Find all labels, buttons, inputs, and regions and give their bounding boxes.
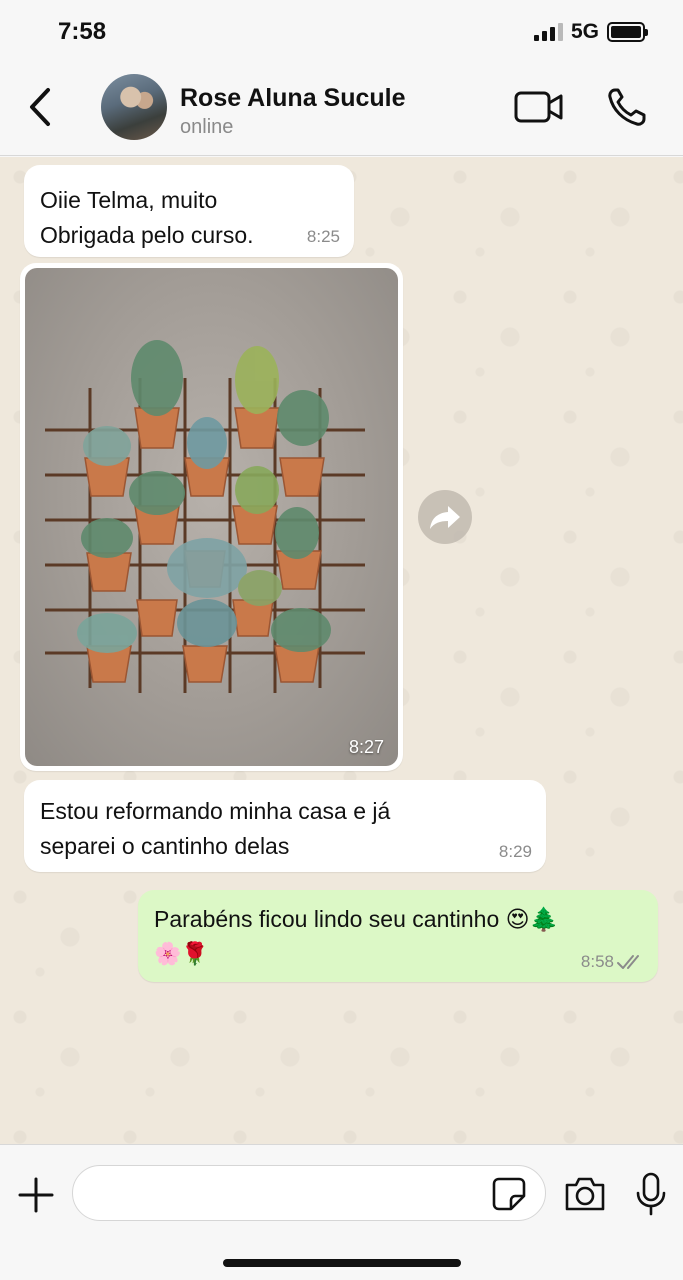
composer-bar bbox=[0, 1144, 683, 1280]
message-bubble-incoming[interactable]: Estou reformando minha casa e já separei… bbox=[24, 780, 546, 872]
image-message-bubble[interactable]: 8:27 bbox=[20, 263, 403, 771]
microphone-icon bbox=[636, 1172, 666, 1216]
battery-icon bbox=[607, 22, 648, 42]
message-time: 8:27 bbox=[348, 737, 384, 757]
photo-illustration bbox=[45, 340, 365, 693]
message-input[interactable] bbox=[72, 1165, 546, 1221]
read-receipt-icon bbox=[617, 955, 639, 969]
network-type: 5G bbox=[570, 20, 599, 43]
signal-icon bbox=[533, 23, 563, 41]
chat-header: Rose Aluna Sucule online bbox=[0, 64, 683, 156]
avatar[interactable] bbox=[101, 74, 167, 140]
message-bubble-outgoing[interactable]: Parabéns ficou lindo seu cantinho 😍🌲 🌸🌹 … bbox=[138, 890, 658, 982]
message-bubble-incoming[interactable]: Oiie Telma, muito Obrigada pelo curso. 8… bbox=[24, 165, 354, 257]
chat-area[interactable]: Oiie Telma, muito Obrigada pelo curso. 8… bbox=[0, 157, 683, 1144]
plant-wall-photo[interactable]: 8:27 bbox=[25, 268, 398, 766]
status-indicators: 5G bbox=[533, 20, 648, 44]
message-text: Estou reformando minha casa e já separei… bbox=[40, 798, 391, 859]
sticker-button[interactable] bbox=[491, 1176, 527, 1212]
video-call-button[interactable] bbox=[514, 88, 564, 126]
forward-arrow-icon bbox=[430, 506, 460, 529]
attach-button[interactable] bbox=[16, 1175, 56, 1215]
message-text: Parabéns ficou lindo seu cantinho 😍🌲 🌸🌹 bbox=[154, 906, 559, 967]
back-button[interactable] bbox=[22, 84, 62, 130]
contact-status: online bbox=[180, 116, 234, 138]
status-time: 7:58 bbox=[58, 18, 107, 45]
message-text: Oiie Telma, muito Obrigada pelo curso. bbox=[40, 187, 254, 248]
voice-call-button[interactable] bbox=[606, 86, 648, 128]
chevron-left-icon bbox=[30, 88, 50, 126]
camera-button[interactable] bbox=[563, 1175, 607, 1213]
phone-icon bbox=[608, 88, 646, 126]
contact-name[interactable]: Rose Aluna Sucule bbox=[180, 84, 406, 113]
message-time: 8:25 bbox=[306, 227, 340, 246]
microphone-button[interactable] bbox=[634, 1171, 668, 1217]
plus-icon bbox=[18, 1177, 54, 1213]
sticker-icon bbox=[492, 1177, 526, 1211]
message-time: 8:58 bbox=[580, 952, 614, 971]
message-time: 8:29 bbox=[498, 842, 532, 861]
video-camera-icon bbox=[514, 91, 563, 123]
home-indicator[interactable] bbox=[223, 1259, 461, 1267]
camera-icon bbox=[565, 1177, 605, 1211]
forward-button[interactable] bbox=[418, 490, 472, 544]
status-bar: 7:58 5G bbox=[0, 0, 683, 64]
